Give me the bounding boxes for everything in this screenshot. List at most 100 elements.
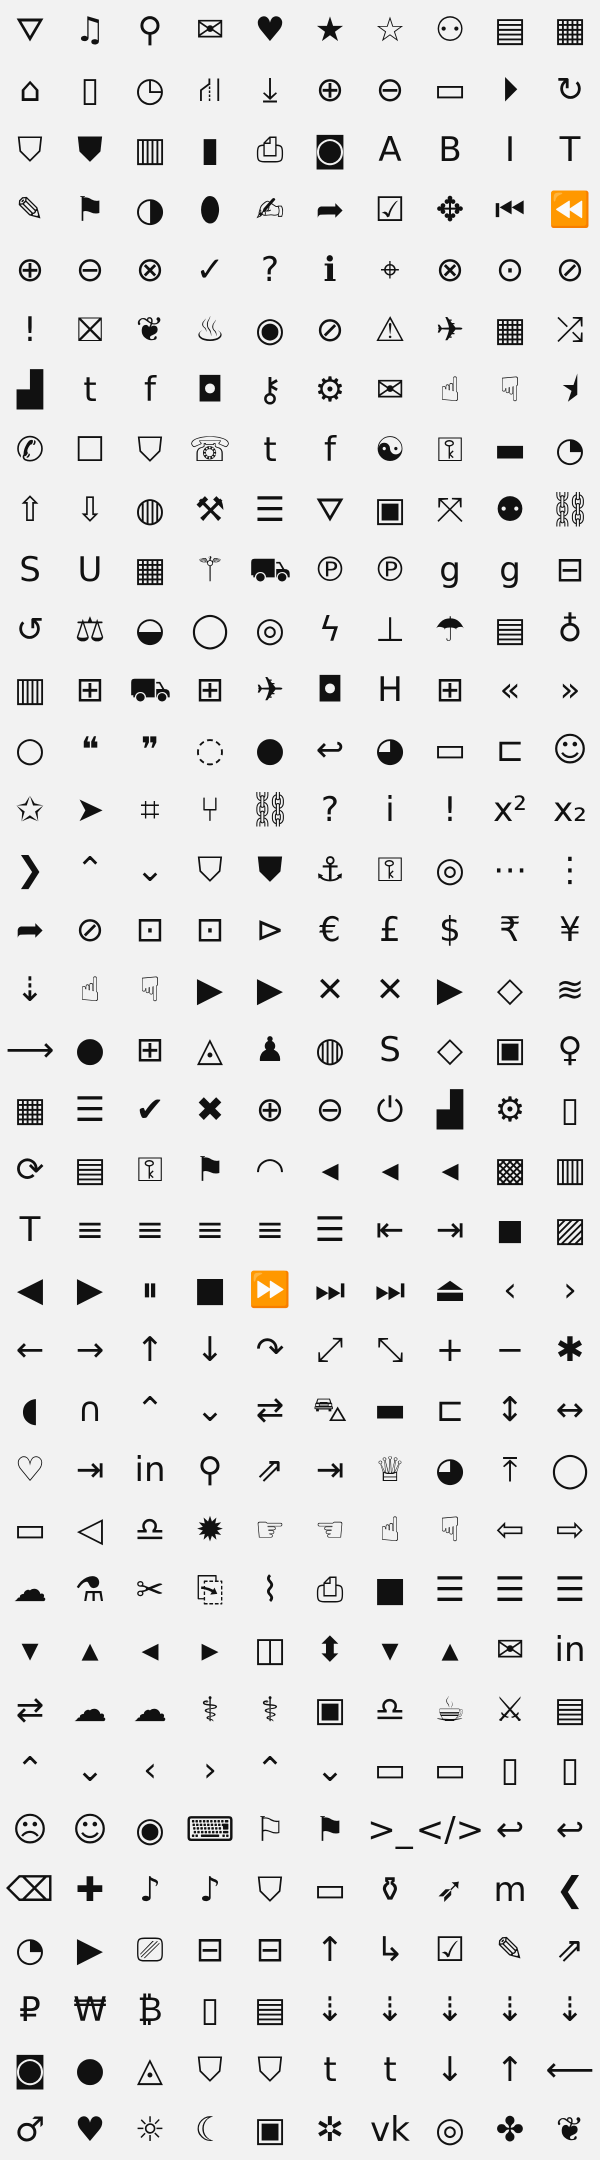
question-sign-icon: ?	[260, 250, 280, 290]
check-sign-icon: ☑	[434, 1930, 466, 1970]
compass-icon: ⊘	[75, 910, 105, 950]
android-icon: ◬	[196, 1030, 224, 1070]
legal-icon: ⚖	[74, 610, 106, 650]
bug-icon: ✲	[315, 2110, 345, 2150]
camera-retro-icon: ◘	[196, 370, 224, 410]
beaker-icon: ⚗	[74, 1570, 106, 1610]
collapse-top-icon: ⊡	[195, 910, 225, 950]
vk-icon: vk	[370, 2110, 410, 2150]
xing-icon: ✕	[315, 970, 345, 1010]
play-sign-icon: ▶	[76, 1930, 104, 1970]
certificate-icon: ✹	[195, 1510, 225, 1550]
play-icon: ▶	[76, 1270, 104, 1310]
caret-left-icon: ◂	[141, 1630, 159, 1670]
phone-sign-icon: ☏	[188, 430, 232, 470]
angle-down-icon: ⌄	[315, 1750, 345, 1790]
tumblr-sign-icon: t	[383, 2050, 397, 2090]
linkedin-sign-icon: in	[134, 1450, 166, 1490]
fast-forward-icon: ⏭	[314, 1270, 346, 1310]
volume-down-icon: ◂	[381, 1150, 399, 1190]
ticket-icon: ⎚	[136, 1930, 164, 1970]
exchange-icon: ⇄	[15, 1690, 45, 1730]
asterisk-icon: ✱	[555, 1330, 585, 1370]
money-icon: ⊟	[555, 550, 585, 590]
book-icon: ▥	[133, 130, 167, 170]
trello-icon: ▣	[493, 1030, 527, 1070]
code-fork-icon: ⑂	[199, 790, 221, 830]
th-large-icon: ▦	[553, 10, 587, 50]
dropbox-icon: ◇	[496, 970, 524, 1010]
sitemap-icon: ⊥	[375, 610, 405, 650]
search-icon: ⚲	[137, 10, 163, 50]
terminal-icon: >_	[367, 1810, 413, 1850]
filter-icon: ⛛	[15, 10, 45, 50]
icon-sheet: ⛛ ♫ ⚲ ✉ ♥ ★ ☆ ⚇ ▤ ▦ ⌂ ▯ ◷ ⛙ ⤓ ⊕ ⊖ ▭ ⏵ ↻ ⛉ ⛊ ▥ ▮ ⎙ ◙ A B I T ✎ ⚑ ◑ ⬮ ✍ ➦ ☑ ✥ ⏮ ⏪…	[0, 0, 600, 2160]
caret-down-icon: ▾	[21, 1630, 39, 1670]
twitter-sign-icon: t	[83, 370, 97, 410]
ruble-icon: ₽	[19, 1990, 41, 2030]
play-circle-icon: ⏵	[501, 70, 519, 110]
tags-icon: ⛊	[77, 130, 103, 170]
level-down-icon: ↳	[375, 1930, 405, 1970]
text-height-icon: T	[559, 130, 581, 170]
dribbble-icon: ◍	[315, 1030, 345, 1070]
resize-vertical-icon: ↕	[495, 1390, 525, 1430]
bookmark-empty-icon: ⛉	[137, 430, 163, 470]
arrow-down-icon: ↓	[195, 1330, 225, 1370]
umbrella-icon: ☂	[434, 610, 466, 650]
minus-icon: −	[495, 1330, 525, 1370]
eye-close-icon: ⊘	[315, 310, 345, 350]
sign-blank-icon: ■	[373, 1570, 407, 1610]
maxcdn-icon: m	[493, 1870, 527, 1910]
microphone-off-icon: ♪	[199, 1870, 221, 1910]
cut-icon: ✂	[135, 1570, 165, 1610]
zoom-in-icon: ⊕	[255, 1090, 285, 1130]
bullseye-icon: ◎	[435, 850, 465, 890]
twitter-icon: t	[263, 430, 277, 470]
bold-icon: B	[438, 130, 462, 170]
film-icon: ▤	[493, 10, 527, 50]
align-right-icon: ≡	[195, 1210, 225, 1250]
warning-sign-icon: ⚠	[374, 310, 406, 350]
bell-icon: ♎	[134, 1510, 166, 1550]
italic-icon: I	[504, 130, 516, 170]
adjust-icon: ◑	[135, 190, 165, 230]
move-icon: ✥	[435, 190, 465, 230]
undo-icon: ↺	[15, 610, 45, 650]
info-sign-icon: ℹ	[323, 250, 337, 290]
sort-by-alphabet-icon: ⇣	[315, 1990, 345, 2030]
signout-icon: ⇥	[75, 1450, 105, 1490]
exclamation-sign-icon: !	[23, 310, 37, 350]
cloud-upload-icon: ☁	[133, 1690, 167, 1730]
remove-circle-icon: ⊗	[435, 250, 465, 290]
crop-icon: ⌗	[140, 790, 160, 830]
quote-left-icon: ❝	[80, 730, 100, 770]
lock-icon: ⚿	[137, 1150, 163, 1190]
facebook-sign-icon: f	[144, 370, 156, 410]
bar-chart-icon: ▟	[16, 370, 44, 410]
circle-arrow-left-icon: ⇦	[495, 1510, 525, 1550]
plane-icon: ✈	[435, 310, 465, 350]
double-angle-left-icon: «	[499, 670, 521, 710]
columns-icon: ◫	[253, 1630, 287, 1670]
cloud-icon: ☁	[13, 1570, 47, 1610]
chevron-sign-left-icon: ❮	[555, 1870, 585, 1910]
copy-icon: ⎘	[196, 1570, 224, 1610]
globe-icon: ◍	[135, 490, 165, 530]
euro-icon: €	[319, 910, 341, 950]
volume-off-icon: ◂	[321, 1150, 339, 1190]
map-marker-icon: ⚑	[74, 190, 106, 230]
github-sign-icon: ◕	[435, 1450, 465, 1490]
list-alt-icon: ▤	[73, 1150, 107, 1190]
thumbs-down-alt-icon: ☟	[139, 970, 161, 1010]
key-icon: ⚷	[257, 370, 283, 410]
chevron-right-icon: ›	[563, 1270, 577, 1310]
calendar-icon: ▦	[493, 310, 527, 350]
food-icon: ⚔	[494, 1690, 526, 1730]
won-icon: ₩	[73, 1990, 107, 2030]
trash-icon: ▯	[560, 1090, 580, 1130]
trophy-icon: ♕	[374, 1450, 406, 1490]
refresh-icon: ⟳	[15, 1150, 45, 1190]
long-arrow-up-icon: ↑	[495, 2050, 525, 2090]
road-icon: ⛙	[198, 70, 222, 110]
